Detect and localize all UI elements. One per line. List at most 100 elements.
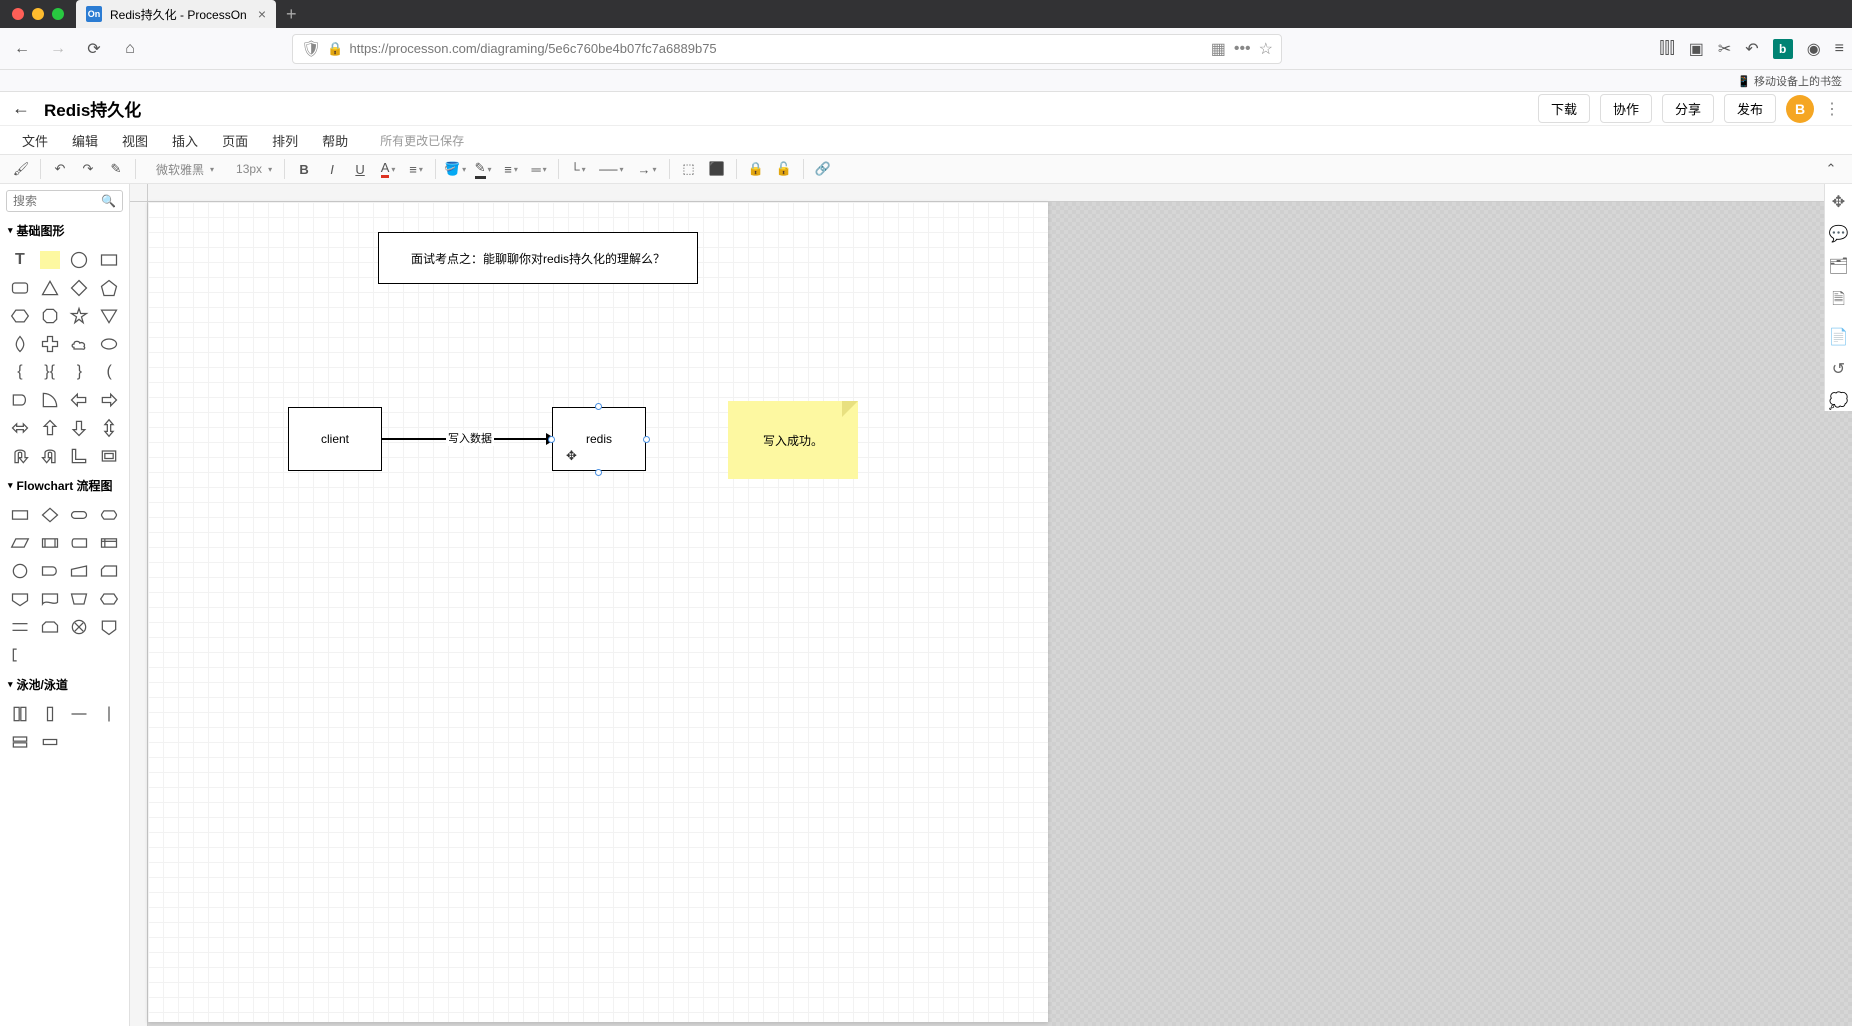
shape-search-input[interactable]: [13, 194, 93, 208]
sl-pool-v[interactable]: [6, 701, 34, 727]
fc-manual-input[interactable]: [66, 558, 94, 584]
shape-quarter[interactable]: [36, 387, 64, 413]
fc-process[interactable]: [6, 502, 34, 528]
menu-help[interactable]: 帮助: [312, 128, 358, 153]
font-size-select[interactable]: 13px▾: [222, 157, 278, 181]
shape-andgate[interactable]: [6, 387, 34, 413]
shape-pentagon[interactable]: [95, 275, 123, 301]
section-swimlane[interactable]: 泳池/泳道: [0, 672, 129, 697]
window-minimize-button[interactable]: [32, 8, 44, 20]
fill-color-button[interactable]: 🪣▾: [442, 157, 468, 181]
shape-arrow-left[interactable]: [66, 387, 94, 413]
fc-terminator[interactable]: [66, 502, 94, 528]
menu-arrange[interactable]: 排列: [262, 128, 308, 153]
canvas-area[interactable]: 面试考点之：能聊聊你对redis持久化的理解么？ client 写入数据 red…: [130, 184, 1852, 1026]
shape-rect[interactable]: [95, 247, 123, 273]
line-dash-button[interactable]: ──▾: [593, 157, 629, 181]
browser-tab[interactable]: On Redis持久化 - ProcessOn ×: [76, 0, 276, 28]
fc-card[interactable]: [95, 558, 123, 584]
shape-callout[interactable]: [95, 331, 123, 357]
shape-diamond[interactable]: [66, 275, 94, 301]
undo-icon[interactable]: ↶: [1745, 39, 1758, 59]
shape-rounded-rect[interactable]: [6, 275, 34, 301]
fc-annotation[interactable]: [6, 642, 34, 668]
bold-button[interactable]: B: [291, 157, 317, 181]
line-color-button[interactable]: ✎▾: [470, 157, 496, 181]
diagram-arrow-label[interactable]: 写入数据: [446, 430, 494, 446]
nav-home-button[interactable]: ⌂: [116, 35, 144, 63]
shape-arrow-ud[interactable]: [95, 415, 123, 441]
nav-reload-button[interactable]: ⟳: [80, 35, 108, 63]
shape-arrow-lr[interactable]: [6, 415, 34, 441]
unlock-button[interactable]: 🔓: [771, 157, 797, 181]
fc-preparation[interactable]: [95, 586, 123, 612]
sl-lane-v[interactable]: [36, 701, 64, 727]
nav-forward-button[interactable]: →: [44, 35, 72, 63]
send-back-button[interactable]: ⬛: [704, 157, 730, 181]
menu-file[interactable]: 文件: [12, 128, 58, 153]
shape-triangle-down[interactable]: [95, 303, 123, 329]
window-close-button[interactable]: [12, 8, 24, 20]
back-to-files-button[interactable]: ←: [12, 98, 30, 119]
lock-button[interactable]: 🔒: [743, 157, 769, 181]
nav-back-button[interactable]: ←: [8, 35, 36, 63]
undo-button[interactable]: ↶: [47, 157, 73, 181]
data-icon[interactable]: 🗎: [1832, 288, 1845, 315]
shape-text[interactable]: T: [6, 247, 34, 273]
shape-uturn-r[interactable]: [36, 443, 64, 469]
fc-parallel[interactable]: [6, 614, 34, 640]
user-avatar[interactable]: B: [1786, 95, 1814, 123]
fc-data[interactable]: [6, 530, 34, 556]
shape-arrow-down[interactable]: [66, 415, 94, 441]
fc-merge[interactable]: [6, 586, 34, 612]
selection-handle-n[interactable]: [595, 403, 602, 410]
chat-icon[interactable]: 💭: [1829, 391, 1849, 411]
tab-close-icon[interactable]: ×: [258, 6, 266, 22]
shape-triangle[interactable]: [36, 275, 64, 301]
text-align-button[interactable]: ≡▾: [403, 157, 429, 181]
font-family-select[interactable]: 微软雅黑▾: [142, 157, 220, 181]
bookmark-star-icon[interactable]: ☆: [1259, 39, 1273, 59]
library-icon[interactable]: ⫿⫿⫿: [1659, 40, 1674, 58]
navigator-icon[interactable]: ✥: [1832, 192, 1845, 212]
sidebar-icon[interactable]: ▣: [1689, 39, 1704, 59]
hamburger-menu-icon[interactable]: ≡: [1835, 40, 1844, 58]
fc-loop[interactable]: [36, 614, 64, 640]
shape-brace-left[interactable]: {: [6, 359, 34, 385]
format-painter-button[interactable]: 🖌: [8, 157, 34, 181]
line-style-button[interactable]: ≡▾: [498, 157, 524, 181]
brush-button[interactable]: ✎: [103, 157, 129, 181]
collapse-toolbar-button[interactable]: ⌃: [1818, 157, 1844, 181]
shape-cloud[interactable]: [66, 331, 94, 357]
bring-front-button[interactable]: ⬚: [676, 157, 702, 181]
page-icon[interactable]: 📄: [1829, 327, 1849, 347]
line-width-button[interactable]: ═▾: [526, 157, 552, 181]
page-actions-icon[interactable]: •••: [1234, 40, 1251, 58]
arrow-style-button[interactable]: →▾: [632, 157, 663, 181]
fc-connector[interactable]: [6, 558, 34, 584]
menu-insert[interactable]: 插入: [162, 128, 208, 153]
sl-sep-v[interactable]: [95, 701, 123, 727]
history-icon[interactable]: ↺: [1832, 359, 1845, 379]
fc-delay[interactable]: [36, 558, 64, 584]
fc-predefined[interactable]: [36, 530, 64, 556]
shape-arrow-up[interactable]: [36, 415, 64, 441]
shape-bracket[interactable]: (: [95, 359, 123, 385]
shape-star[interactable]: [66, 303, 94, 329]
redo-button[interactable]: ↷: [75, 157, 101, 181]
fc-sum[interactable]: [66, 614, 94, 640]
new-tab-button[interactable]: +: [276, 0, 307, 28]
document-title[interactable]: Redis持久化: [44, 96, 141, 121]
fc-decision[interactable]: [36, 502, 64, 528]
fc-internal[interactable]: [95, 530, 123, 556]
address-bar[interactable]: 🛡 🔒 https://processon.com/diagraming/5e6…: [292, 34, 1282, 64]
shield-icon[interactable]: 🛡: [301, 39, 321, 59]
sl-lane-h[interactable]: [36, 729, 64, 755]
shape-octagon[interactable]: [36, 303, 64, 329]
diagram-page[interactable]: 面试考点之：能聊聊你对redis持久化的理解么？ client 写入数据 red…: [148, 202, 1048, 1022]
section-flowchart[interactable]: Flowchart 流程图: [0, 473, 129, 498]
collaborate-button[interactable]: 协作: [1600, 94, 1652, 123]
publish-button[interactable]: 发布: [1724, 94, 1776, 123]
shape-plus[interactable]: [36, 331, 64, 357]
selection-handle-e[interactable]: [643, 436, 650, 443]
